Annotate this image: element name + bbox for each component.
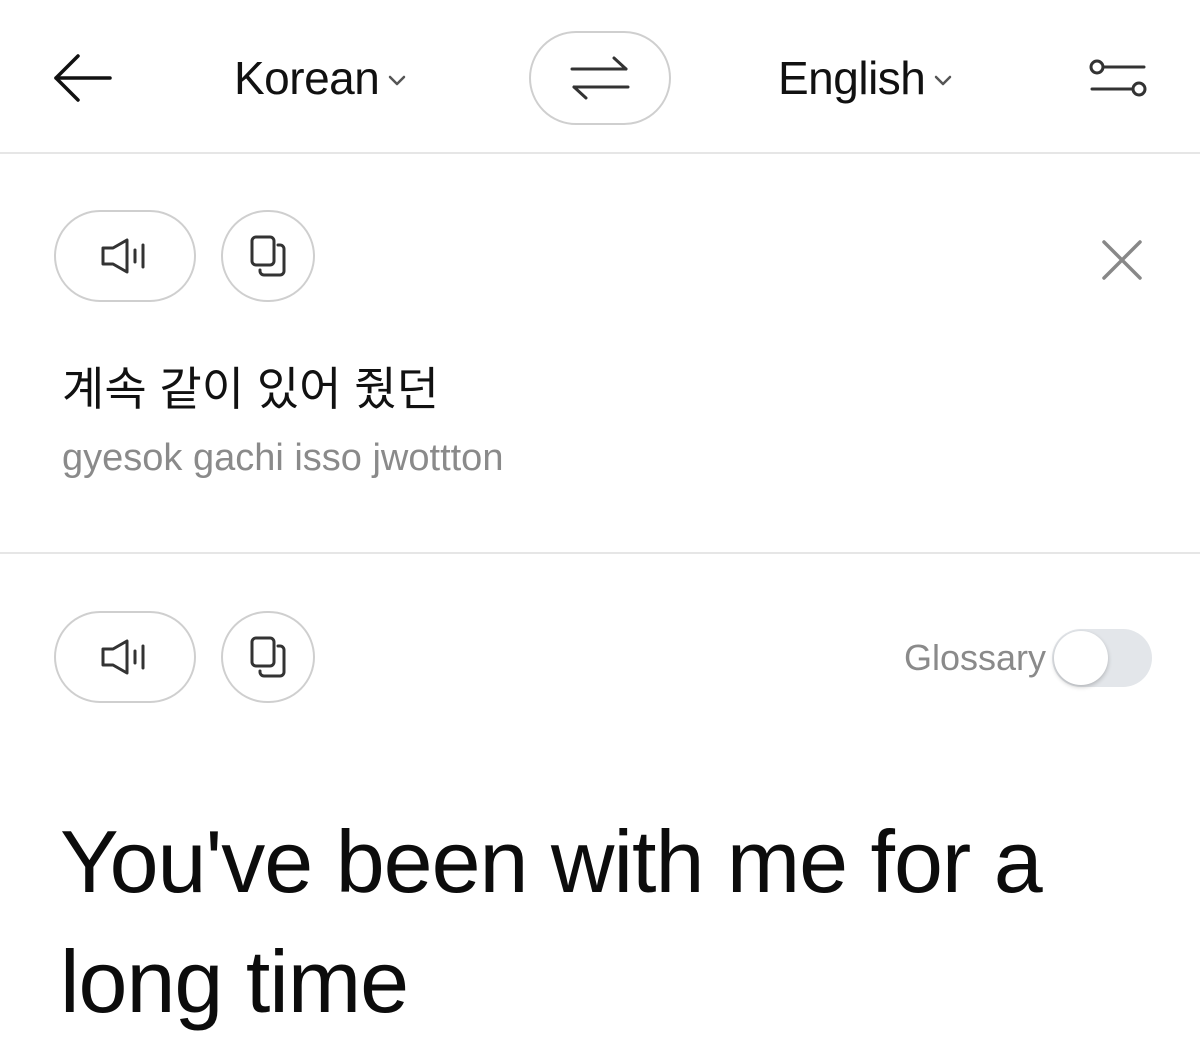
swap-arrows-icon xyxy=(570,56,630,100)
glossary-toggle[interactable] xyxy=(1052,629,1152,687)
chevron-down-icon xyxy=(933,74,953,88)
source-language-label: Korean xyxy=(234,52,380,104)
source-speak-button[interactable] xyxy=(54,210,196,302)
source-romanization: gyesok gachi isso jwottton xyxy=(62,437,504,479)
target-language-label: English xyxy=(778,52,926,104)
glossary-label: Glossary xyxy=(903,637,1046,678)
source-copy-button[interactable] xyxy=(221,210,315,302)
translation-text: You've been with me for a long time xyxy=(60,812,1043,1031)
arrow-left-icon xyxy=(54,54,112,102)
settings-button[interactable] xyxy=(1082,48,1154,108)
swap-languages-button[interactable] xyxy=(529,31,671,125)
close-icon xyxy=(1102,240,1142,280)
source-language-select[interactable]: Korean xyxy=(234,46,407,110)
copy-icon xyxy=(250,636,286,678)
source-panel: 계속 같이 있어 줬던 gyesok gachi isso jwottton xyxy=(0,154,1200,554)
clear-input-button[interactable] xyxy=(1092,230,1152,290)
target-language-select[interactable]: English xyxy=(778,46,953,110)
sliders-icon xyxy=(1089,59,1147,97)
glossary-control: Glossary xyxy=(904,628,1152,688)
speaker-icon xyxy=(101,639,145,675)
copy-icon xyxy=(250,235,286,277)
speaker-icon xyxy=(101,238,145,274)
translation-copy-button[interactable] xyxy=(221,611,315,703)
top-bar: Korean English xyxy=(0,0,1200,154)
translation-panel: Glossary You've been with me for a long … xyxy=(0,554,1200,1052)
toggle-knob xyxy=(1054,631,1108,685)
chevron-down-icon xyxy=(387,74,407,88)
back-button[interactable] xyxy=(48,46,118,110)
source-text[interactable]: 계속 같이 있어 줬던 xyxy=(62,359,439,419)
translation-speak-button[interactable] xyxy=(54,611,196,703)
